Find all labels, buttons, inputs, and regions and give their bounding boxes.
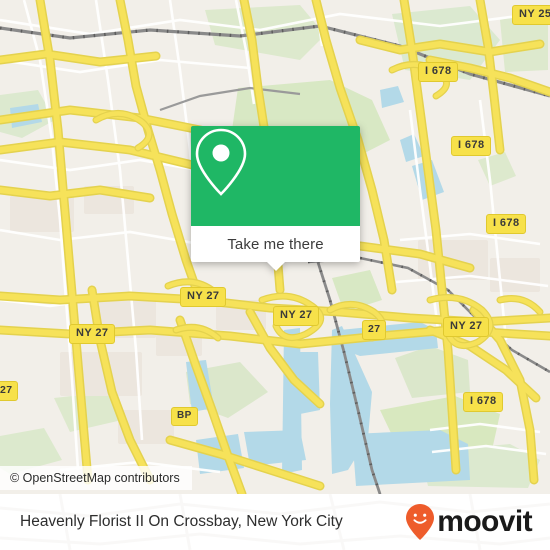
moovit-logo[interactable]: moovit	[405, 503, 533, 541]
map-pin-icon	[195, 128, 247, 196]
moovit-wordmark: moovit	[437, 505, 532, 538]
attribution-text: © OpenStreetMap contributors	[10, 471, 180, 485]
popup-header	[191, 126, 360, 226]
place-title: Heavenly Florist II On Crossbay, New Yor…	[20, 513, 343, 530]
moovit-smiley-pin-icon	[406, 504, 435, 540]
shield-i-678-1: I 678	[418, 62, 459, 82]
shield-27-2: 27	[0, 381, 19, 401]
osm-attribution[interactable]: © OpenStreetMap contributors	[0, 466, 192, 490]
shield-ny-25: NY 25	[512, 5, 550, 25]
shield-i-678-2: I 678	[451, 136, 492, 156]
shield-i-678-4: I 678	[463, 392, 504, 412]
popup-pointer-tail	[266, 262, 285, 271]
shield-ny-27-4: NY 27	[443, 317, 490, 337]
shield-i-678-3: I 678	[486, 214, 527, 234]
shield-ny-27-1: NY 27	[180, 287, 227, 307]
take-me-there-label: Take me there	[227, 235, 324, 253]
shield-bp: BP	[171, 407, 198, 426]
shield-ny-27-2: NY 27	[273, 306, 320, 326]
footer-bar: Heavenly Florist II On Crossbay, New Yor…	[0, 494, 550, 550]
map-screenshot: NY 25 I 678 I 678 I 678 NY 27 NY 27 NY 27 27 NY …	[0, 0, 550, 550]
map-popup-card[interactable]: Take me there	[191, 126, 360, 271]
map-canvas[interactable]: NY 25 I 678 I 678 I 678 NY 27 NY 27 NY 27 27 NY …	[0, 0, 550, 494]
shield-27-1: 27	[362, 320, 387, 340]
shield-ny-27-3: NY 27	[69, 324, 116, 344]
popup-action-bar[interactable]: Take me there	[191, 226, 360, 262]
